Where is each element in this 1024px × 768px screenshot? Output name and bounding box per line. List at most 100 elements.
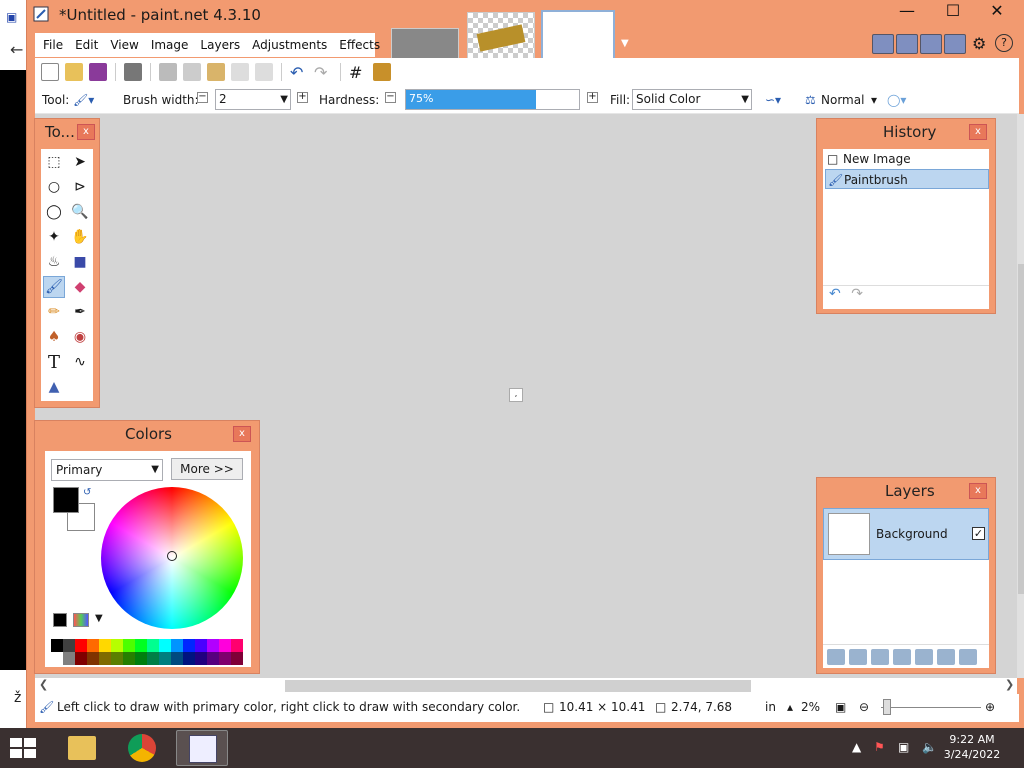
layer-properties-icon[interactable] bbox=[959, 648, 977, 665]
colors-panel-close-button[interactable]: x bbox=[233, 426, 251, 442]
units-chevron-icon[interactable]: ▴ bbox=[787, 700, 793, 714]
gear-icon[interactable]: ⚙ bbox=[972, 34, 986, 53]
copy-icon[interactable] bbox=[183, 63, 201, 81]
deselect-icon[interactable] bbox=[255, 63, 273, 81]
palette-menu-chevron-icon[interactable]: ▼ bbox=[95, 613, 103, 624]
tools-panel-close-button[interactable]: x bbox=[77, 124, 95, 140]
close-button[interactable]: ✕ bbox=[977, 0, 1017, 24]
palette-swatch[interactable] bbox=[87, 652, 99, 665]
blend-mode-value[interactable]: Normal bbox=[821, 93, 864, 107]
palette-swatch[interactable] bbox=[75, 652, 87, 665]
palette-swatch[interactable] bbox=[111, 639, 123, 652]
layers-panel-close-button[interactable]: x bbox=[969, 483, 987, 499]
history-panel-close-button[interactable]: x bbox=[969, 124, 987, 140]
back-arrow-icon[interactable]: ← bbox=[10, 40, 23, 59]
grid-icon[interactable]: # bbox=[349, 63, 367, 82]
ruler-icon[interactable] bbox=[373, 63, 391, 81]
zoom-in-icon[interactable]: ⊕ bbox=[985, 700, 995, 714]
palette-swatch[interactable] bbox=[171, 652, 183, 665]
scroll-right-icon[interactable]: ❯ bbox=[1005, 678, 1014, 691]
palette-swatch[interactable] bbox=[231, 639, 243, 652]
palette-swatch[interactable] bbox=[219, 639, 231, 652]
primary-color-swatch[interactable] bbox=[53, 487, 79, 513]
duplicate-layer-icon[interactable] bbox=[871, 648, 889, 665]
palette-swatch[interactable] bbox=[63, 639, 75, 652]
windows-start-icon[interactable] bbox=[8, 736, 38, 760]
vertical-scroll-thumb[interactable] bbox=[1018, 264, 1024, 594]
palette-swatch[interactable] bbox=[159, 652, 171, 665]
palette-swatch[interactable] bbox=[123, 652, 135, 665]
layer-visibility-checkbox[interactable]: ✓ bbox=[972, 527, 985, 540]
reset-colors-icon[interactable] bbox=[53, 613, 67, 627]
hardness-decrease-button[interactable]: − bbox=[385, 92, 396, 103]
gradient-icon[interactable]: ■ bbox=[69, 251, 91, 273]
menu-image[interactable]: Image bbox=[145, 38, 195, 52]
palette-swatch[interactable] bbox=[231, 652, 243, 665]
rectangle-select-icon[interactable]: ⬚ bbox=[43, 151, 65, 173]
tools-toggle-icon[interactable] bbox=[872, 34, 894, 54]
eraser-icon[interactable]: ◆ bbox=[69, 276, 91, 298]
menu-adjustments[interactable]: Adjustments bbox=[246, 38, 333, 52]
tray-expand-icon[interactable]: ▲ bbox=[852, 740, 861, 754]
redo-icon[interactable]: ↷ bbox=[314, 63, 332, 82]
zoom-slider[interactable] bbox=[881, 707, 981, 708]
palette-swatch[interactable] bbox=[87, 639, 99, 652]
new-file-icon[interactable] bbox=[41, 63, 59, 81]
palette-swatch[interactable] bbox=[183, 652, 195, 665]
action-center-icon[interactable]: ⚑ bbox=[874, 740, 885, 754]
paint-bucket-icon[interactable]: ♨ bbox=[43, 251, 65, 273]
undo-icon[interactable]: ↶ bbox=[290, 63, 308, 82]
line-curve-icon[interactable]: ∿ bbox=[69, 351, 91, 373]
fill-select[interactable]: Solid Color ▼ bbox=[632, 89, 752, 110]
menu-view[interactable]: View bbox=[104, 38, 144, 52]
color-wheel-cursor[interactable] bbox=[167, 551, 177, 561]
image-list-chevron-icon[interactable]: ▼ bbox=[621, 38, 629, 49]
pan-hand-icon[interactable]: ✋ bbox=[69, 226, 91, 248]
palette-swatch[interactable] bbox=[99, 652, 111, 665]
maximize-button[interactable]: ☐ bbox=[933, 0, 973, 24]
primary-secondary-select[interactable]: Primary ▼ bbox=[51, 459, 163, 481]
help-icon[interactable]: ? bbox=[995, 34, 1013, 52]
delete-layer-icon[interactable] bbox=[849, 648, 867, 665]
clone-stamp-icon[interactable]: ♠ bbox=[43, 326, 65, 348]
horizontal-scroll-thumb[interactable] bbox=[285, 680, 751, 692]
zoom-out-icon[interactable]: ⊖ bbox=[859, 700, 869, 714]
palette-swatch[interactable] bbox=[207, 652, 219, 665]
palette-swatch[interactable] bbox=[99, 639, 111, 652]
units-select[interactable]: in bbox=[765, 700, 776, 714]
palette-swatch[interactable] bbox=[135, 639, 147, 652]
print-icon[interactable] bbox=[124, 63, 142, 81]
cut-icon[interactable] bbox=[159, 63, 177, 81]
crop-icon[interactable] bbox=[231, 63, 249, 81]
paintbrush-icon[interactable]: 🖌 bbox=[43, 276, 65, 298]
palette-swatch[interactable] bbox=[147, 652, 159, 665]
vertical-scrollbar[interactable] bbox=[1017, 114, 1024, 678]
canvas-image[interactable]: , bbox=[509, 388, 523, 402]
horizontal-scrollbar[interactable]: ❮ ❯ bbox=[35, 678, 1017, 694]
swap-colors-icon[interactable]: ↺ bbox=[83, 487, 91, 498]
palette-menu-icon[interactable] bbox=[73, 613, 89, 627]
brush-width-decrease-button[interactable]: − bbox=[197, 92, 208, 103]
palette-swatch[interactable] bbox=[195, 652, 207, 665]
history-undo-icon[interactable]: ↶ bbox=[829, 286, 841, 302]
move-selection-icon[interactable]: ➤ bbox=[69, 151, 91, 173]
brush-width-input[interactable]: 2 ▼ bbox=[215, 89, 291, 110]
move-layer-up-icon[interactable] bbox=[915, 648, 933, 665]
file-explorer-taskbar-button[interactable] bbox=[56, 730, 108, 766]
network-icon[interactable]: ▣ bbox=[898, 740, 909, 754]
add-layer-icon[interactable] bbox=[827, 648, 845, 665]
palette-swatch[interactable] bbox=[147, 639, 159, 652]
brush-width-increase-button[interactable]: + bbox=[297, 92, 308, 103]
history-item-paintbrush[interactable]: 🖌 Paintbrush bbox=[825, 169, 989, 189]
zoom-fit-icon[interactable]: ▣ bbox=[835, 700, 846, 714]
hardness-slider[interactable]: 75% bbox=[405, 89, 580, 110]
palette-swatch[interactable] bbox=[171, 639, 183, 652]
layer-row-background[interactable]: Background ✓ bbox=[823, 508, 989, 560]
paintbrush-tool-icon[interactable]: 🖌▾ bbox=[73, 93, 94, 107]
history-item-new-image[interactable]: □ New Image bbox=[825, 149, 989, 169]
recolor-icon[interactable]: ◉ bbox=[69, 326, 91, 348]
open-folder-icon[interactable] bbox=[65, 63, 83, 81]
hardness-increase-button[interactable]: + bbox=[587, 92, 598, 103]
palette-swatch[interactable] bbox=[75, 639, 87, 652]
text-tool-icon[interactable]: T bbox=[43, 351, 65, 373]
